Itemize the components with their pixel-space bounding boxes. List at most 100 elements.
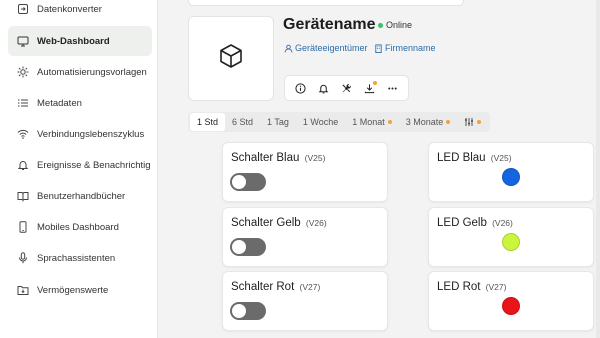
widget-pin: (V26) (492, 218, 513, 228)
download-button[interactable] (362, 80, 378, 96)
tab-label: 1 Monat (352, 117, 385, 127)
sidebar-item-vermoegenswerte[interactable]: Vermögenswerte (8, 275, 152, 305)
tab-3-monate[interactable]: 3 Monate (399, 113, 458, 131)
status-badge: Online (378, 20, 412, 30)
dashboard-icon (17, 35, 29, 47)
widget-pin: (V25) (304, 153, 326, 163)
sidebar-item-label: Ereignisse & Benachrichtig (37, 159, 151, 171)
tab-1-monat[interactable]: 1 Monat (345, 113, 399, 131)
status-text: Online (386, 20, 413, 30)
list-icon (17, 97, 29, 109)
folder-icon (17, 284, 29, 296)
wifi-icon (17, 128, 29, 140)
convert-icon (17, 3, 29, 15)
premium-dot (387, 120, 392, 124)
sidebar-item-verbindungslebenszyklus[interactable]: Verbindungslebenszyklus (8, 119, 152, 149)
info-icon (295, 82, 306, 94)
online-dot (378, 22, 383, 28)
widget-title-text: LED Blau (437, 152, 486, 164)
sidebar-item-label: Mobiles Dashboard (37, 221, 119, 233)
sidebar-item-label: Verbindungslebenszyklus (37, 128, 145, 140)
tools-button[interactable] (339, 80, 355, 96)
toggle-knob (232, 240, 246, 254)
owner-link[interactable]: Geräteeigentümer (284, 43, 368, 53)
widget-title-text: Schalter Gelb (231, 217, 301, 229)
tools-icon (342, 83, 351, 92)
more-icon (388, 86, 397, 90)
widget-switch-gelb: Schalter Gelb (V26) (222, 207, 388, 267)
widget-title-text: Schalter Rot (231, 281, 295, 293)
widget-title-text: LED Gelb (437, 217, 487, 229)
sidebar-item-label: Vermögenswerte (37, 284, 109, 296)
more-button[interactable] (385, 80, 401, 96)
tab-1-tag[interactable]: 1 Tag (260, 113, 296, 131)
sliders-icon (465, 118, 474, 126)
widget-led-rot: LED Rot (V27) (428, 271, 594, 331)
premium-dot (477, 120, 482, 124)
bell-icon (17, 159, 29, 171)
widget-title: Schalter Blau (V25) (231, 152, 325, 164)
widget-title: Schalter Rot (V27) (231, 281, 320, 293)
widget-pin: (V27) (485, 282, 507, 292)
toggle-switch-blau[interactable] (230, 173, 266, 191)
cube-icon (217, 42, 245, 75)
scrollbar[interactable] (596, 0, 600, 338)
tab-1-std[interactable]: 1 Std (190, 113, 226, 131)
automation-icon (17, 66, 29, 78)
sidebar-item-automatisierungsvorlagen[interactable]: Automatisierungsvorlagen (8, 57, 152, 87)
sidebar-item-label: Sprachassistenten (37, 252, 116, 264)
tab-label: 1 Woche (302, 117, 339, 127)
sidebar-item-ereignisse[interactable]: Ereignisse & Benachrichtig (8, 150, 152, 180)
widget-switch-rot: Schalter Rot (V27) (222, 271, 388, 331)
widget-pin: (V25) (490, 153, 512, 163)
sidebar-item-mobiles-dashboard[interactable]: Mobiles Dashboard (8, 212, 152, 242)
device-actions (284, 75, 409, 101)
tab-label: 6 Std (232, 117, 254, 127)
tab-label: 3 Monate (405, 117, 444, 127)
toggle-switch-gelb[interactable] (230, 238, 266, 256)
time-range-tabs: 1 Std 6 Std 1 Tag 1 Woche 1 Monat 3 Mona… (188, 112, 491, 132)
premium-dot (446, 120, 451, 124)
widget-title: LED Rot (V27) (437, 281, 506, 293)
notifications-button[interactable] (316, 80, 332, 96)
toggle-knob (232, 304, 246, 318)
phone-icon (17, 221, 29, 233)
widget-led-blau: LED Blau (V25) (428, 142, 594, 202)
led-indicator-rot (502, 297, 520, 315)
sidebar-item-benutzerhandbuecher[interactable]: Benutzerhandbücher (8, 181, 152, 211)
top-panel (188, 0, 464, 6)
sidebar-item-label: Datenkonverter (37, 3, 102, 15)
sidebar-item-sprachassistenten[interactable]: Sprachassistenten (8, 243, 152, 273)
microphone-icon (17, 252, 29, 264)
widget-title: Schalter Gelb (V26) (231, 217, 327, 229)
tab-custom-range[interactable] (457, 113, 488, 131)
device-image (188, 16, 274, 101)
info-button[interactable] (293, 80, 309, 96)
sidebar-item-label: Benutzerhandbücher (37, 190, 126, 202)
widget-led-gelb: LED Gelb (V26) (428, 207, 594, 267)
user-icon (284, 44, 293, 52)
book-icon (17, 190, 29, 202)
tab-6-std[interactable]: 6 Std (225, 113, 260, 131)
company-link[interactable]: Firmenname (374, 43, 436, 53)
sidebar-item-label: Automatisierungsvorlagen (37, 66, 147, 78)
owner-link-label: Geräteeigentümer (295, 43, 368, 53)
tab-1-woche[interactable]: 1 Woche (296, 113, 345, 131)
bell-icon (318, 84, 329, 93)
led-indicator-gelb (502, 233, 520, 251)
toggle-knob (232, 175, 246, 189)
sidebar-item-label: Metadaten (37, 97, 82, 109)
widget-pin: (V26) (305, 218, 327, 228)
download-badge (372, 81, 377, 85)
sidebar-item-web-dashboard[interactable]: Web-Dashboard (8, 26, 152, 56)
widget-switch-blau: Schalter Blau (V25) (222, 142, 388, 202)
device-name: Gerätename (283, 16, 376, 33)
building-icon (375, 43, 382, 53)
company-link-label: Firmenname (385, 43, 436, 53)
sidebar: Datenkonverter Web-Dashboard Automatisie… (0, 0, 158, 338)
toggle-switch-rot[interactable] (230, 302, 266, 320)
sidebar-item-metadaten[interactable]: Metadaten (8, 88, 152, 118)
widget-pin: (V27) (299, 282, 321, 292)
widget-title: LED Blau (V25) (437, 152, 512, 164)
sidebar-item-datenkonverter[interactable]: Datenkonverter (8, 0, 152, 24)
